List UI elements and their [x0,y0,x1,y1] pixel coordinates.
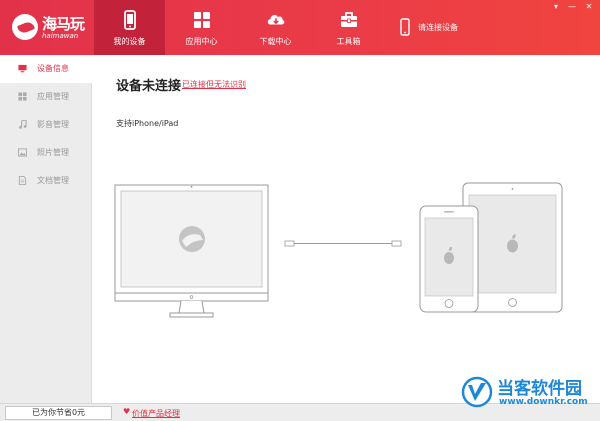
watermark: 当客软件园 www.downkr.com [455,372,600,421]
usb-cable-illustration [284,240,402,247]
watermark-url: www.downkr.com [499,397,588,407]
device-connection-illustration [114,182,563,318]
heart-icon: ♥ [123,407,131,416]
iphone-illustration [419,205,479,313]
monitor-illustration [114,184,269,318]
savings-indicator: 已为你节省0元 [5,406,112,420]
watermark-logo-icon [461,376,493,408]
brand-logo-icon [179,226,205,252]
watermark-name: 当客软件园 [497,379,582,399]
promo-link[interactable]: 价值产品经理 [132,408,180,419]
